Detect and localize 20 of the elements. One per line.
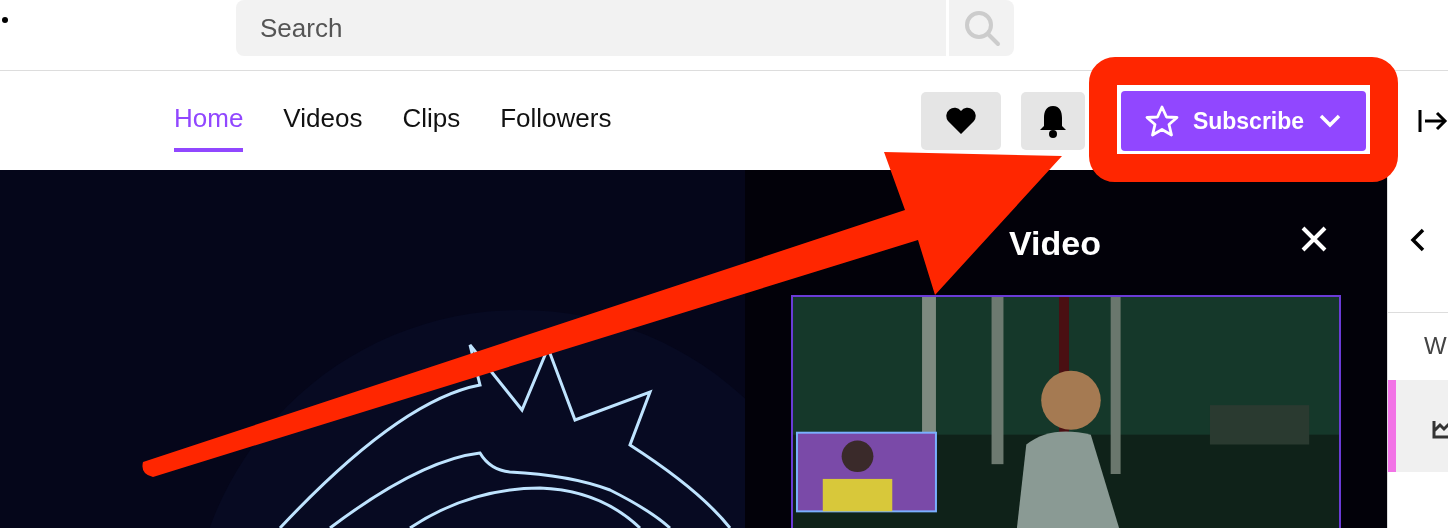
close-icon [1301,226,1327,252]
collapse-icon [1418,108,1448,134]
channel-tab[interactable]: Videos [283,99,363,152]
notification-button[interactable] [1021,92,1085,150]
search-field[interactable]: Search [236,0,946,56]
close-button[interactable] [1301,226,1327,252]
channel-tab[interactable]: Clips [402,99,461,152]
sidebar-item[interactable] [1388,380,1448,472]
bullet-dot [2,17,8,23]
panel-title: Video [1009,223,1101,264]
heart-icon [945,107,977,135]
star-icon [1144,105,1179,137]
back-chevron-icon [1410,228,1426,252]
chevron-down-icon [1318,113,1343,129]
channel-tab[interactable]: Home [174,99,244,152]
subscribe-button[interactable]: Subscribe [1121,91,1366,151]
sidebar-item[interactable]: W [1388,318,1448,374]
bell-icon [1039,104,1067,138]
follow-button[interactable] [921,92,1001,150]
channel-tab[interactable]: Followers [500,99,612,152]
